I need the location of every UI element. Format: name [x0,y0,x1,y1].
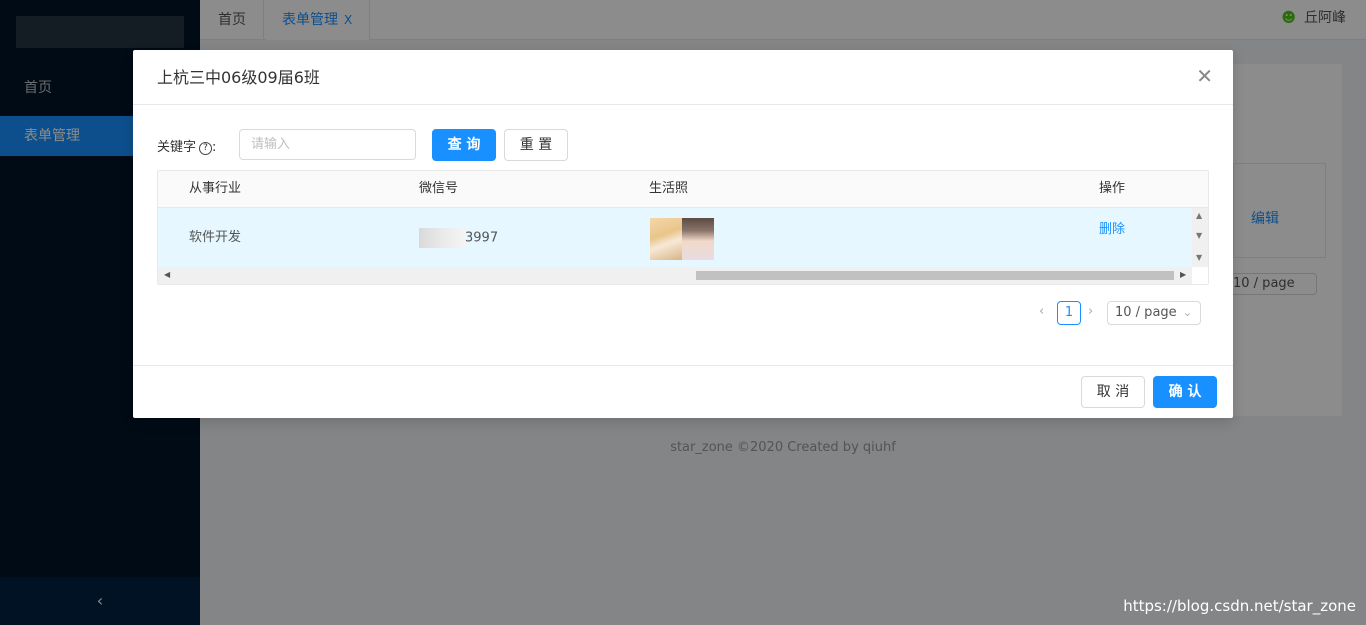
fixed-action-column [1092,208,1192,267]
column-header-action: 操作 [1099,181,1126,196]
wechat-suffix: 3997 [465,230,499,246]
keyword-label-text: 关键字 [157,140,197,155]
next-page-icon[interactable]: › [1088,304,1093,319]
column-header-wechat: 微信号 [419,181,459,196]
life-photo-2[interactable] [682,218,714,260]
modal-title: 上杭三中06级09届6班 [157,68,320,87]
modal-footer: 取 消 确 认 [133,365,1233,418]
cell-wechat: 3997 [419,228,498,249]
chevron-down-icon: ⌄ [1182,306,1192,319]
scroll-left-icon[interactable]: ◀ [164,270,170,279]
reset-button[interactable]: 重 置 [504,129,568,161]
question-icon[interactable]: ? [199,142,213,155]
query-button[interactable]: 查 询 [432,129,496,161]
modal-dialog: 上杭三中06级09届6班 ✕ 关键字?: 查 询 重 置 从事行业 微信号 生活… [133,50,1233,418]
page-size-select[interactable]: 10 / page ⌄ [1107,301,1201,325]
column-header-industry: 从事行业 [189,181,242,196]
keyword-label: 关键字?: [157,140,217,155]
page-size-value: 10 / page [1115,305,1177,320]
confirm-button[interactable]: 确 认 [1153,376,1217,408]
table-header: 从事行业 微信号 生活照 操作 [158,171,1208,208]
horizontal-scrollbar[interactable]: ◀ ▶ [158,267,1192,284]
page-button[interactable]: 1 [1057,301,1081,325]
delete-link[interactable]: 删除 [1099,218,1125,237]
search-form: 关键字?: 查 询 重 置 [157,129,1207,161]
vertical-scrollbar[interactable]: ▲ ▼ ▼ [1192,208,1208,267]
scroll-thumb[interactable] [696,271,1174,280]
blurred-text [419,228,465,248]
close-icon[interactable]: ✕ [1196,66,1213,86]
cell-industry: 软件开发 [189,230,242,245]
cancel-button[interactable]: 取 消 [1081,376,1145,408]
prev-page-icon[interactable]: ‹ [1039,304,1044,319]
modal-header: 上杭三中06级09届6班 ✕ [133,50,1233,105]
scroll-right-icon[interactable]: ▶ [1180,270,1186,279]
keyword-input[interactable] [239,129,416,160]
data-table: 从事行业 微信号 生活照 操作 软件开发 3997 删除 ▲ ▼ ▼ ◀ ▶ [157,170,1209,285]
life-photo-1[interactable] [650,218,682,260]
column-header-photo: 生活照 [649,181,689,196]
scroll-up-icon[interactable]: ▲ [1196,211,1202,220]
watermark: https://blog.csdn.net/star_zone [1123,597,1356,615]
scroll-down-icon[interactable]: ▼ [1196,253,1202,262]
scroll-mid-icon[interactable]: ▼ [1196,231,1202,240]
